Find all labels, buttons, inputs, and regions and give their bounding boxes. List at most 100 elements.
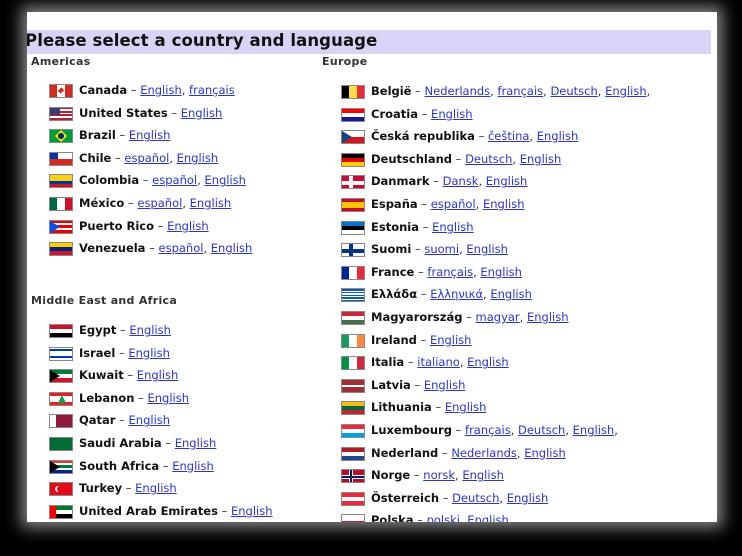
language-link-venezuela-espanol[interactable]: español	[159, 241, 204, 255]
name-separator: –	[122, 481, 136, 496]
flag-icon-saudi-arabia	[49, 437, 73, 451]
language-link-luxembourg-deutsch[interactable]: Deutsch	[518, 423, 565, 437]
language-link-canada-english[interactable]: English	[140, 83, 182, 97]
language-link-france-francais[interactable]: français	[427, 265, 473, 279]
language-link-danmark-dansk[interactable]: Dansk	[443, 174, 479, 188]
flag-icon-danmark	[341, 175, 365, 190]
language-link-deutschland-english[interactable]: English	[520, 152, 562, 166]
language-link-colombia-english[interactable]: English	[204, 173, 246, 187]
language-link-estonia-english[interactable]: English	[432, 220, 474, 234]
flag-icon-chile	[49, 151, 73, 166]
language-link-ireland-english[interactable]: English	[430, 333, 472, 347]
language-link-puerto-rico-english[interactable]: English	[167, 219, 209, 233]
language-link-chile-espanol[interactable]: español	[124, 151, 169, 165]
language-link-espana-english[interactable]: English	[483, 197, 525, 211]
language-link-venezuela-english[interactable]: English	[211, 241, 253, 255]
language-link-ελλαδα-english[interactable]: English	[490, 287, 532, 301]
flag-icon-lebanon	[49, 391, 73, 406]
comma-separator: ,	[181, 83, 190, 97]
flag-icon-france	[341, 265, 365, 280]
language-link-israel-english[interactable]: English	[128, 346, 170, 360]
language-link-mexico-espanol[interactable]: español	[137, 196, 182, 210]
language-link-belgie-deutsch[interactable]: Deutsch	[550, 84, 597, 98]
language-link-chile-english[interactable]: English	[177, 151, 219, 165]
language-link-suomi-english[interactable]: English	[466, 242, 508, 256]
name-separator: –	[116, 323, 130, 337]
language-link-italia-english[interactable]: English	[467, 355, 509, 369]
language-link-polska-english[interactable]: English	[467, 513, 509, 522]
language-link-espana-espanol[interactable]: español	[431, 197, 476, 211]
language-link-saudi-arabia-english[interactable]: English	[175, 436, 217, 450]
language-link-ελλαδα-ελληνικα[interactable]: Ελληνικά	[430, 287, 483, 301]
language-link-nederland-english[interactable]: English	[524, 446, 566, 460]
language-link-lithuania-english[interactable]: English	[445, 400, 487, 414]
name-separator: –	[414, 264, 428, 279]
country-text: Egypt – English	[79, 322, 171, 338]
language-link-croatia-english[interactable]: English	[431, 107, 473, 121]
flag-icon-estonia	[341, 220, 365, 235]
language-link-canada-francais[interactable]: français	[189, 83, 235, 97]
language-link-belgie-english[interactable]: English	[605, 84, 647, 98]
name-separator: –	[127, 83, 141, 97]
name-separator: –	[123, 368, 137, 383]
country-name: Croatia	[371, 106, 418, 121]
country-text: Canada – English, français	[79, 82, 235, 98]
comma-separator: ,	[182, 196, 190, 210]
language-link-belgie-francais[interactable]: français	[497, 84, 543, 98]
language-link-united-states-english[interactable]: English	[181, 106, 223, 120]
language-link-polska-polski[interactable]: polski	[427, 513, 460, 522]
name-separator: –	[410, 468, 424, 483]
country-name: Colombia	[79, 173, 140, 188]
language-link-luxembourg-english[interactable]: English	[573, 423, 615, 437]
language-link-latvia-english[interactable]: English	[424, 378, 466, 392]
language-link-belgie-nederlands[interactable]: Nederlands	[425, 84, 491, 98]
country-name: Ελλάδα	[371, 287, 418, 302]
country-name: France	[371, 264, 415, 279]
language-link-kuwait-english[interactable]: English	[137, 368, 179, 382]
language-link-ceska-republika-cestina[interactable]: čeština	[488, 129, 529, 143]
name-separator: –	[411, 84, 425, 98]
language-link-united-arab-emirates-english[interactable]: English	[231, 504, 273, 518]
flag-icon-venezuela	[49, 242, 73, 257]
name-separator: –	[154, 218, 168, 233]
name-separator: –	[217, 503, 231, 518]
language-link-nederland-nederlands[interactable]: Nederlands	[451, 446, 517, 460]
language-link-egypt-english[interactable]: English	[129, 323, 171, 337]
country-text: Suomi – suomi, English	[371, 241, 508, 257]
language-link-ceska-republika-english[interactable]: English	[537, 129, 579, 143]
language-link-turkey-english[interactable]: English	[135, 481, 177, 495]
language-link-qatar-english[interactable]: English	[129, 413, 171, 427]
language-link-south-africa-english[interactable]: English	[172, 459, 214, 473]
language-link-mexico-english[interactable]: English	[190, 196, 232, 210]
language-link-colombia-espanol[interactable]: español	[152, 173, 197, 187]
language-link-lebanon-english[interactable]: English	[147, 391, 189, 405]
country-text: Israel – English	[79, 345, 170, 361]
flag-icon-south-africa	[49, 459, 73, 474]
name-separator: –	[452, 151, 466, 166]
name-separator: –	[429, 174, 443, 189]
name-separator: –	[115, 128, 129, 143]
language-link-france-english[interactable]: English	[480, 265, 522, 279]
language-link-magyarorszag-magyar[interactable]: magyar	[476, 310, 520, 324]
language-link-magyarorszag-english[interactable]: English	[527, 310, 569, 324]
language-link-norge-norsk[interactable]: norsk	[423, 468, 455, 482]
language-link-suomi-suomi[interactable]: suomi	[424, 242, 459, 256]
country-text: Lebanon – English	[79, 390, 189, 406]
country-text: Norge – norsk, English	[371, 467, 504, 483]
flag-icon-polska	[341, 514, 365, 522]
language-link-osterreich-english[interactable]: English	[507, 491, 549, 505]
language-link-osterreich-deutsch[interactable]: Deutsch	[452, 491, 499, 505]
country-name: Danmark	[371, 174, 430, 189]
language-link-italia-italiano[interactable]: italiano	[417, 355, 460, 369]
language-link-luxembourg-francais[interactable]: français	[465, 423, 511, 437]
country-name: United States	[79, 105, 168, 120]
language-link-danmark-english[interactable]: English	[486, 174, 528, 188]
country-name: South Africa	[79, 458, 160, 473]
comma-separator: ,	[510, 423, 518, 437]
language-link-norge-english[interactable]: English	[462, 468, 504, 482]
name-separator: –	[416, 332, 430, 347]
language-link-brazil-english[interactable]: English	[129, 128, 171, 142]
language-link-deutschland-deutsch[interactable]: Deutsch	[465, 152, 512, 166]
flag-icon-colombia	[49, 174, 73, 189]
country-text: Ireland – English	[371, 332, 471, 348]
